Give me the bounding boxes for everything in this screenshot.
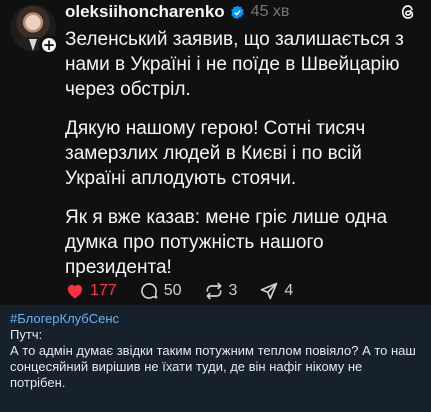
post-header: oleksiihoncharenko 45 хв [65, 2, 289, 22]
post-paragraph-3: Як я вже казав: мене гріє лише одна думк… [65, 207, 388, 278]
post-paragraph-1: Зеленський заявив, що залишається з нами… [65, 29, 404, 100]
threads-post: + oleksiihoncharenko 45 хв Зеленський за… [0, 0, 431, 305]
repost-icon [206, 282, 221, 300]
post-time: 45 хв [250, 3, 290, 20]
caption-body: А то адмін думає звідки таким потужним т… [10, 343, 416, 390]
share-count: 4 [284, 282, 294, 299]
post-content: Зеленський заявив, що залишається з нами… [65, 27, 420, 294]
hashtag-link[interactable]: #БлогерКлубСенс [10, 311, 421, 327]
post-actions: 177 50 3 4 [65, 281, 315, 301]
caption-title: Путч: [10, 327, 43, 342]
share-icon [261, 282, 278, 300]
follow-plus-icon[interactable]: + [39, 35, 59, 55]
comment-icon [140, 283, 158, 299]
share-button[interactable]: 4 [259, 281, 293, 301]
telegram-channel-caption: #БлогерКлубСенс Путч: А то адмін думає з… [0, 305, 431, 412]
comment-button[interactable]: 50 [139, 281, 182, 301]
comment-count: 50 [163, 282, 182, 299]
threads-logo-icon[interactable] [399, 3, 417, 21]
post-paragraph-2: Дякую нашому герою! Сотні тисяч замерзли… [65, 118, 366, 189]
username[interactable]: oleksiihoncharenko [65, 2, 225, 22]
like-count: 177 [90, 282, 117, 299]
repost-count: 3 [228, 282, 238, 299]
repost-button[interactable]: 3 [204, 281, 238, 301]
heart-icon [67, 284, 83, 299]
like-button[interactable]: 177 [65, 281, 117, 301]
verified-badge-icon [230, 5, 244, 19]
